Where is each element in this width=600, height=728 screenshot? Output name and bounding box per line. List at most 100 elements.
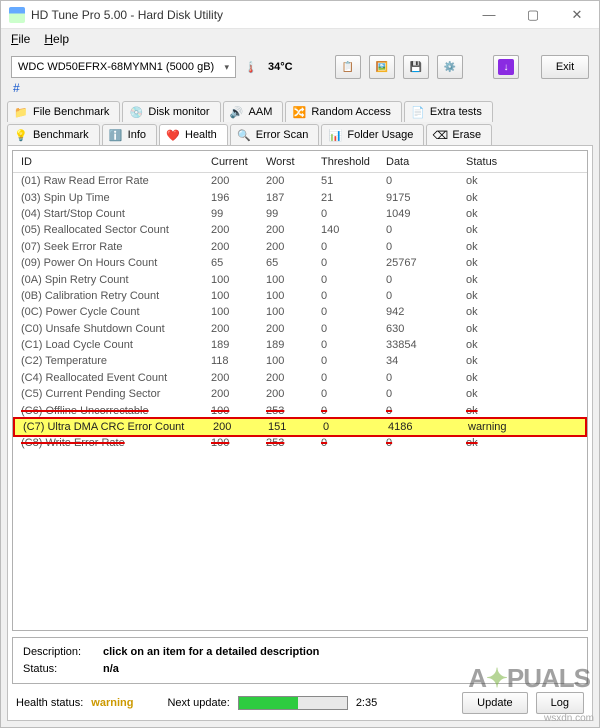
cell-id: (C6) Offline Uncorrectable: [21, 405, 211, 417]
cell-s: ok: [466, 339, 579, 351]
cell-w: 100: [266, 274, 321, 286]
cell-id: (C4) Reallocated Event Count: [21, 372, 211, 384]
exit-button[interactable]: Exit: [541, 55, 589, 79]
table-row[interactable]: (C4) Reallocated Event Count20020000ok: [13, 370, 587, 386]
disk-monitor-icon: 💿: [129, 105, 143, 119]
tab-aam[interactable]: 🔊AAM: [223, 101, 284, 122]
cell-s: warning: [468, 421, 577, 433]
cell-s: ok: [466, 175, 579, 187]
cell-w: 200: [266, 372, 321, 384]
table-row[interactable]: (C5) Current Pending Sector20020000ok: [13, 386, 587, 402]
next-update-label: Next update:: [167, 697, 229, 709]
table-row[interactable]: (C1) Load Cycle Count189189033854ok: [13, 337, 587, 353]
drive-select[interactable]: WDC WD50EFRX-68MYMN1 (5000 gB) ▾: [11, 56, 236, 78]
update-button[interactable]: Update: [462, 692, 527, 714]
app-icon: [9, 7, 25, 23]
cell-s: ok: [466, 437, 579, 449]
tab-label: AAM: [249, 106, 273, 118]
cell-d: 0: [386, 437, 466, 449]
tab-benchmark[interactable]: 💡 Benchmark: [7, 124, 100, 145]
col-worst[interactable]: Worst: [266, 156, 321, 168]
table-row[interactable]: (03) Spin Up Time196187219175ok: [13, 189, 587, 205]
cell-s: ok: [466, 405, 579, 417]
tab-info[interactable]: ℹ️Info: [102, 124, 157, 145]
cell-c: 200: [211, 224, 266, 236]
minimize-icon[interactable]: —: [467, 1, 511, 29]
erase-icon: ⌫: [433, 128, 447, 142]
cell-w: 253: [266, 405, 321, 417]
table-row[interactable]: (0C) Power Cycle Count1001000942ok: [13, 304, 587, 320]
table-row[interactable]: (04) Start/Stop Count999901049ok: [13, 206, 587, 222]
tab-error-scan[interactable]: 🔍Error Scan: [230, 124, 320, 145]
maximize-icon[interactable]: ▢: [511, 1, 555, 29]
drive-select-value: WDC WD50EFRX-68MYMN1 (5000 gB): [18, 61, 214, 73]
tab-disk-monitor[interactable]: 💿 Disk monitor: [122, 101, 220, 122]
copy-button[interactable]: 📋: [335, 55, 361, 79]
table-row[interactable]: (01) Raw Read Error Rate200200510ok: [13, 173, 587, 189]
run-button[interactable]: ↓: [493, 55, 519, 79]
settings-button[interactable]: ⚙️: [437, 55, 463, 79]
log-button[interactable]: Log: [536, 692, 584, 714]
table-row[interactable]: (C7) Ultra DMA CRC Error Count2001510418…: [15, 419, 585, 435]
menu-file[interactable]: File: [11, 32, 30, 46]
cell-d: 0: [386, 241, 466, 253]
arrow-down-icon: ↓: [498, 59, 514, 75]
tab-label: Disk monitor: [148, 106, 209, 118]
tab-random-access[interactable]: 🔀Random Access: [285, 101, 401, 122]
cell-id: (C5) Current Pending Sector: [21, 388, 211, 400]
cell-t: 140: [321, 224, 386, 236]
cell-t: 0: [321, 208, 386, 220]
table-row[interactable]: (C6) Offline Uncorrectable10025300ok: [13, 402, 587, 418]
col-id[interactable]: ID: [21, 156, 211, 168]
tab-folder-usage[interactable]: 📊Folder Usage: [321, 124, 424, 145]
window-title: HD Tune Pro 5.00 - Hard Disk Utility: [31, 8, 467, 22]
menu-help[interactable]: Help: [44, 32, 69, 46]
cell-c: 118: [211, 355, 266, 367]
cell-d: 0: [386, 274, 466, 286]
health-status-value: warning: [91, 697, 133, 709]
table-row[interactable]: (0A) Spin Retry Count10010000ok: [13, 271, 587, 287]
table-row[interactable]: (C0) Unsafe Shutdown Count2002000630ok: [13, 321, 587, 337]
random-access-icon: 🔀: [292, 105, 306, 119]
cell-w: 65: [266, 257, 321, 269]
tab-file-benchmark[interactable]: 📁File Benchmark: [7, 101, 120, 122]
table-row[interactable]: (C2) Temperature118100034ok: [13, 353, 587, 369]
table-row[interactable]: (07) Seek Error Rate20020000ok: [13, 239, 587, 255]
tab-label: Benchmark: [33, 129, 89, 141]
cell-c: 189: [211, 339, 266, 351]
copy-icon: 📋: [341, 60, 355, 74]
extra-tests-icon: 📄: [411, 105, 425, 119]
tab-label: Extra tests: [430, 106, 482, 118]
close-icon[interactable]: ✕: [555, 1, 599, 29]
benchmark-icon: 💡: [14, 128, 28, 142]
tab-label: Error Scan: [256, 129, 309, 141]
cell-id: (07) Seek Error Rate: [21, 241, 211, 253]
cell-c: 200: [211, 175, 266, 187]
col-threshold[interactable]: Threshold: [321, 156, 386, 168]
cell-t: 0: [321, 437, 386, 449]
cell-s: ok: [466, 241, 579, 253]
table-row[interactable]: (09) Power On Hours Count6565025767ok: [13, 255, 587, 271]
save-button[interactable]: 💾: [403, 55, 429, 79]
cell-d: 4186: [388, 421, 468, 433]
status-label: Status:: [23, 661, 93, 678]
col-current[interactable]: Current: [211, 156, 266, 168]
cell-c: 200: [213, 421, 268, 433]
health-status-label: Health status:: [16, 697, 83, 709]
cell-c: 65: [211, 257, 266, 269]
col-status[interactable]: Status: [466, 156, 579, 168]
table-row[interactable]: (05) Reallocated Sector Count2002001400o…: [13, 222, 587, 238]
cell-d: 630: [386, 323, 466, 335]
tab-extra-tests[interactable]: 📄 Extra tests: [404, 101, 493, 122]
cell-t: 0: [321, 405, 386, 417]
description-value: click on an item for a detailed descript…: [103, 644, 319, 661]
cell-id: (0A) Spin Retry Count: [21, 274, 211, 286]
cell-d: 0: [386, 388, 466, 400]
table-row[interactable]: (0B) Calibration Retry Count10010000ok: [13, 288, 587, 304]
cell-t: 21: [321, 192, 386, 204]
col-data[interactable]: Data: [386, 156, 466, 168]
screenshot-button[interactable]: 🖼️: [369, 55, 395, 79]
table-row[interactable]: (C8) Write Error Rate10025300ok: [13, 435, 587, 451]
tab-erase[interactable]: ⌫Erase: [426, 124, 492, 145]
tab-health[interactable]: ❤️Health: [159, 124, 228, 145]
